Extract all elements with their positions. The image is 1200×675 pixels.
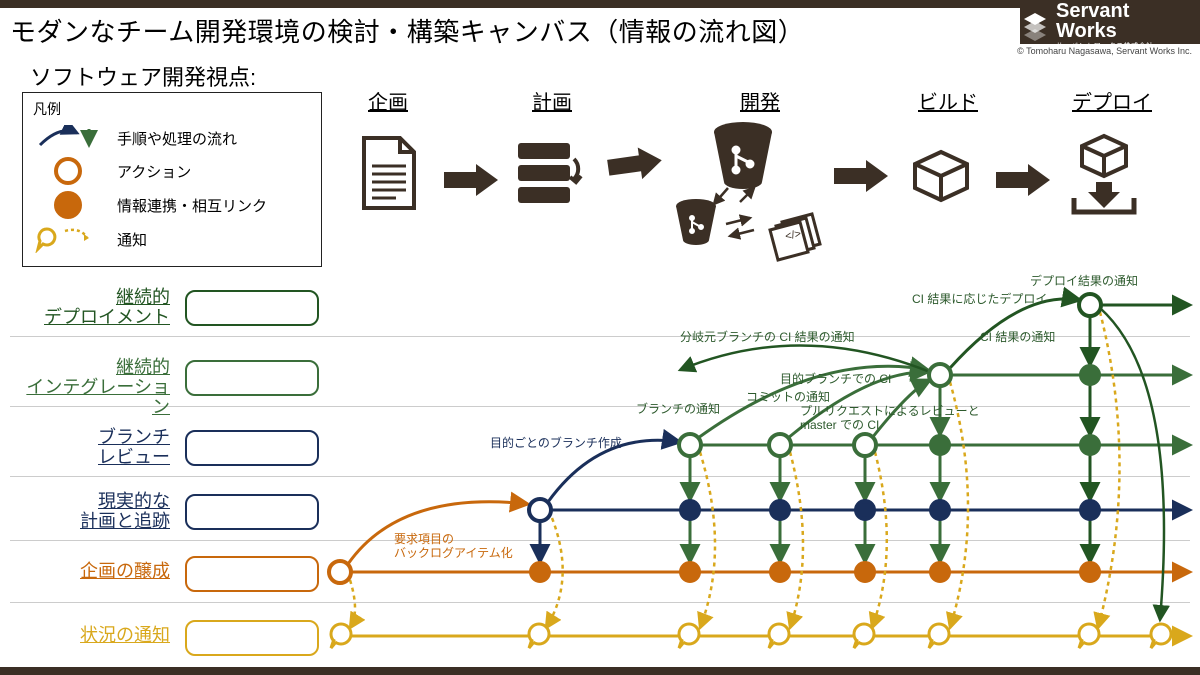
ideate-link-node [1079,561,1101,583]
ci-link-node [1079,364,1101,386]
lane-ci-label: 継続的インテグレーション [10,358,170,417]
lane-notify-label: 状況の通知 [10,626,170,646]
ci-action-node [927,362,953,388]
notify-bubble-icon [33,225,103,253]
legend-notify-label: 通知 [117,229,147,250]
ideate-action-node [327,559,353,585]
ideate-link-node [529,561,551,583]
legend-title: 凡例 [33,99,311,119]
notify-bubble-icon [926,622,954,650]
page-subtitle: ソフトウェア開発視点: [30,60,256,92]
ann-ci-based-deploy: CI 結果に応じたデプロイ [912,290,1047,307]
notify-bubble-icon [676,622,704,650]
ann-branch-ci-notify: 分岐元ブランチの CI 結果の通知 [680,328,855,345]
package-icon [908,146,974,211]
ideate-link-node [769,561,791,583]
notify-bubble-icon [1148,622,1176,650]
action-circle-icon [33,157,103,185]
lane-branch-input[interactable] [185,430,319,466]
ideate-link-node [679,561,701,583]
track-link-node [769,499,791,521]
phase-schedule: 計画 [532,86,572,115]
lane-ideate-label: 企画の醸成 [10,562,170,582]
arrow-icon [830,156,892,201]
legend-row-flow: 手順や処理の流れ [33,125,311,151]
track-action-node [527,497,553,523]
lane-branch-label: ブランチレビュー [10,428,170,468]
notify-bubble-icon [766,622,794,650]
legend-row-link: 情報連携・相互リンク [33,191,311,219]
backlog-stack-icon [512,135,584,218]
branch-link-node [1079,434,1101,456]
lane-cd-input[interactable] [185,290,319,326]
ann-branch-notify: ブランチの通知 [636,400,720,417]
lane-track-label: 現実的な計画と追跡 [10,492,170,532]
link-dot-icon [33,191,103,219]
arrow-icon [604,144,666,189]
logo-icon [1020,11,1050,41]
arrow-icon [992,160,1054,205]
notify-bubble-icon [1076,622,1104,650]
ideate-link-node [854,561,876,583]
track-link-node [679,499,701,521]
legend-flow-label: 手順や処理の流れ [117,128,237,149]
track-link-node [929,499,951,521]
track-link-node [1079,499,1101,521]
ann-deploy-result: デプロイ結果の通知 [1030,272,1138,289]
ann-target-branch-ci: 目的ブランチでの CI [780,370,891,387]
ann-branch-per-purpose: 目的ごとのブランチ作成 [490,434,622,451]
branch-action-node [677,432,703,458]
notify-bubble-icon [328,622,356,650]
deploy-tray-icon [1066,132,1142,227]
legend-row-action: アクション [33,157,311,185]
lane-cd-label: 継続的デプロイメント [10,288,170,328]
branch-action-node [852,432,878,458]
phase-deploy: デプロイ [1072,86,1152,115]
flow-arrow-icon [33,125,103,151]
track-link-node [854,499,876,521]
ideate-link-node [929,561,951,583]
lane-notify-input[interactable] [185,620,319,656]
ann-commit-notify: コミットの通知 [746,388,830,405]
ann-pr-review: プルリクエストによるレビューとmaster での CI [800,404,980,433]
legend-box: 凡例 手順や処理の流れ アクション 情報連携・相互リンク 通知 [22,92,322,267]
phase-dev: 開発 [740,86,780,115]
phase-build: ビルド [918,86,978,115]
lane-track-input[interactable] [185,494,319,530]
ann-ci-result-notify: CI 結果の通知 [980,328,1055,345]
notify-bubble-icon [526,622,554,650]
logo-text: Servant Works [1056,1,1190,41]
page-title: モダンなチーム開発環境の検討・構築キャンバス（情報の流れ図） [10,12,804,49]
ann-backlog: 要求項目のバックログアイテム化 [394,532,513,561]
arrow-icon [440,160,502,205]
legend-action-label: アクション [117,161,191,182]
copyright: © Tomoharu Nagasawa, Servant Works Inc. [1017,46,1192,56]
lane-ideate-input[interactable] [185,556,319,592]
sync-arrows-icon [664,178,824,273]
branch-action-node [767,432,793,458]
legend-row-notify: 通知 [33,225,311,253]
cd-action-node [1077,292,1103,318]
lane-ci-input[interactable] [185,360,319,396]
legend-link-label: 情報連携・相互リンク [117,195,267,216]
branch-link-node [929,434,951,456]
document-icon [352,130,422,220]
notify-bubble-icon [851,622,879,650]
phase-plan: 企画 [368,86,408,115]
